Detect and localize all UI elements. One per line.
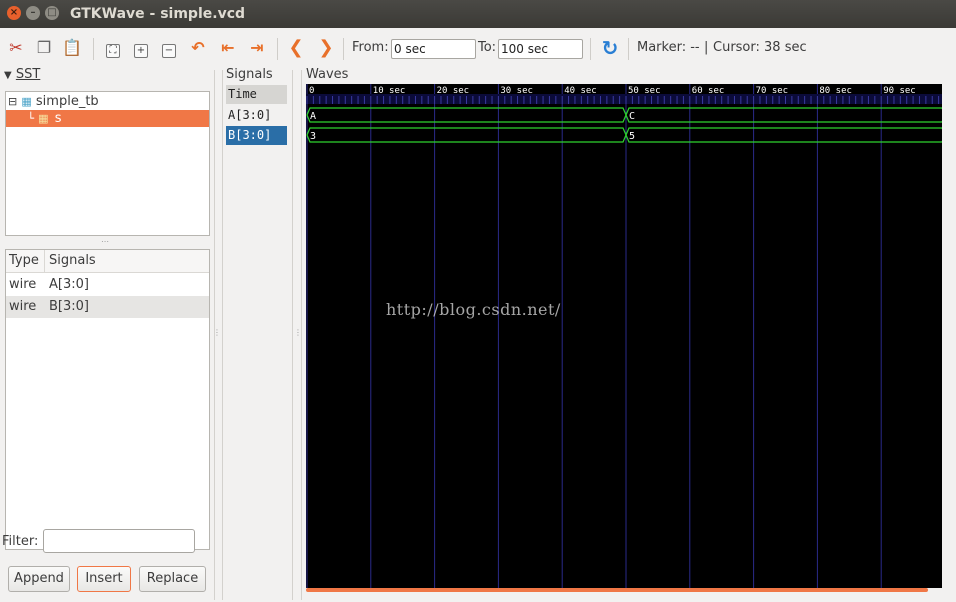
pane-divider xyxy=(292,70,293,600)
toolbar-separator xyxy=(590,38,591,60)
zoom-in-icon[interactable]: + xyxy=(130,36,152,60)
signals-list[interactable]: Time A[3:0] B[3:0] xyxy=(226,85,288,595)
sst-expander[interactable]: ▼ SST xyxy=(4,67,40,82)
zoom-end-icon[interactable]: ⇥ xyxy=(245,36,269,60)
column-header-signals[interactable]: Signals xyxy=(49,250,96,272)
trace-value-label: 3 xyxy=(310,131,316,142)
to-input[interactable]: 100 sec xyxy=(498,39,583,59)
trace-segment xyxy=(306,127,627,143)
row-type: wire xyxy=(9,277,37,292)
ruler-tick-label: 50 sec xyxy=(628,86,661,96)
from-input[interactable]: 0 sec xyxy=(391,39,476,59)
ruler-tick-label: 70 sec xyxy=(756,86,789,96)
waves-viewer[interactable]: 0 10 sec 20 sec 30 sec 40 sec 50 sec 60 sec 70 … xyxy=(306,84,942,588)
filter-label: Filter: xyxy=(2,534,39,549)
table-row[interactable]: wire A[3:0] xyxy=(6,274,209,296)
expander-triangle-icon: ▼ xyxy=(4,70,12,81)
tree-item-simple-tb[interactable]: ⊟ ▦ simple_tb xyxy=(8,93,99,110)
window-title: GTKWave - simple.vcd xyxy=(70,6,246,22)
reload-icon[interactable]: ↻ xyxy=(598,36,622,60)
collapse-icon[interactable]: ⊟ xyxy=(8,95,17,108)
cut-icon[interactable]: ✂ xyxy=(5,36,27,60)
tree-item-s[interactable]: └ ▦ s xyxy=(6,110,209,127)
trace-value-label: C xyxy=(629,111,635,122)
paste-icon[interactable]: 📋 xyxy=(60,36,84,60)
tree-item-label: s xyxy=(54,111,62,126)
module-icon: ▦ xyxy=(21,95,32,108)
module-icon: ▦ xyxy=(38,112,49,125)
ruler-tick-label: 60 sec xyxy=(692,86,725,96)
toolbar-separator xyxy=(343,38,344,60)
to-label: To: xyxy=(478,40,497,55)
waveform-canvas[interactable]: 0 10 sec 20 sec 30 sec 40 sec 50 sec 60 sec 70 … xyxy=(306,84,942,588)
signal-item-a[interactable]: A[3:0] xyxy=(226,106,287,125)
pane-divider xyxy=(301,70,302,600)
table-header: Type Signals xyxy=(6,250,209,273)
grid-layer xyxy=(306,84,882,588)
signals-panel-label: Signals xyxy=(226,67,273,82)
pane-divider xyxy=(222,70,223,600)
zoom-out-icon[interactable]: − xyxy=(158,36,180,60)
ruler-tick-label: 0 xyxy=(309,86,314,96)
undo-zoom-icon[interactable]: ↶ xyxy=(186,36,210,60)
tree-branch-icon: └ xyxy=(27,112,34,125)
readout-separator: | xyxy=(704,40,709,55)
filter-input[interactable] xyxy=(43,529,195,553)
window-maximize-button[interactable]: □ xyxy=(45,6,59,20)
waves-panel-label: Waves xyxy=(306,67,349,82)
tree-item-label: simple_tb xyxy=(35,94,99,109)
signal-type-table: Type Signals wire A[3:0] wire B[3:0] xyxy=(5,249,210,550)
prev-edge-icon[interactable]: ❮ xyxy=(285,36,307,60)
time-ruler: 0 10 sec 20 sec 30 sec 40 sec 50 sec 60 sec 70 … xyxy=(306,86,942,104)
signals-time-header: Time xyxy=(226,85,287,104)
signal-item-b[interactable]: B[3:0] xyxy=(226,126,287,145)
zoom-fit-icon[interactable]: ⛶ xyxy=(102,36,124,60)
zoom-start-icon[interactable]: ⇤ xyxy=(216,36,240,60)
trace-segment xyxy=(625,107,942,123)
table-row[interactable]: wire B[3:0] xyxy=(6,296,209,318)
column-header-type[interactable]: Type xyxy=(9,250,39,272)
sst-label: SST xyxy=(15,67,41,82)
sst-tree[interactable]: ⊟ ▦ simple_tb └ ▦ s xyxy=(5,91,210,236)
waves-horizontal-scrollbar[interactable] xyxy=(306,588,928,592)
toolbar-separator xyxy=(628,38,629,60)
row-type: wire xyxy=(9,299,37,314)
column-divider xyxy=(44,250,45,272)
window-close-button[interactable]: × xyxy=(7,6,21,20)
pane-splitter-handle[interactable]: ⋯ xyxy=(101,237,109,246)
pane-splitter-handle[interactable]: ⋮ xyxy=(213,328,221,337)
title-bar: × – □ GTKWave - simple.vcd xyxy=(0,0,956,28)
marker-readout: Marker: -- xyxy=(637,40,700,55)
ruler-tick-label: 30 sec xyxy=(500,86,533,96)
trace-layer: A C 3 5 xyxy=(306,107,942,143)
trace-segment xyxy=(625,127,942,143)
append-button[interactable]: Append xyxy=(8,566,70,592)
row-signal: B[3:0] xyxy=(49,299,89,314)
ruler-tick-label: 20 sec xyxy=(437,86,470,96)
ruler-tick-label: 80 sec xyxy=(819,86,852,96)
from-label: From: xyxy=(352,40,389,55)
ruler-tick-label: 90 sec xyxy=(883,86,916,96)
toolbar-separator xyxy=(277,38,278,60)
trace-value-label: A xyxy=(310,111,316,122)
ruler-tick-label: 40 sec xyxy=(564,86,597,96)
copy-icon[interactable]: ❐ xyxy=(33,36,55,60)
next-edge-icon[interactable]: ❯ xyxy=(315,36,337,60)
toolbar: ✂ ❐ 📋 ⛶ + − ↶ ⇤ ⇥ ❮ ❯ From: 0 sec To: 10… xyxy=(0,28,956,70)
replace-button[interactable]: Replace xyxy=(139,566,206,592)
ruler-tick-label: 10 sec xyxy=(373,86,406,96)
trace-value-label: 5 xyxy=(629,131,635,142)
row-signal: A[3:0] xyxy=(49,277,89,292)
toolbar-separator xyxy=(93,38,94,60)
trace-segment xyxy=(306,107,627,123)
watermark-text: http://blog.csdn.net/ xyxy=(386,300,561,319)
cursor-readout: Cursor: 38 sec xyxy=(713,40,807,55)
window-minimize-button[interactable]: – xyxy=(26,6,40,20)
insert-button[interactable]: Insert xyxy=(77,566,131,592)
